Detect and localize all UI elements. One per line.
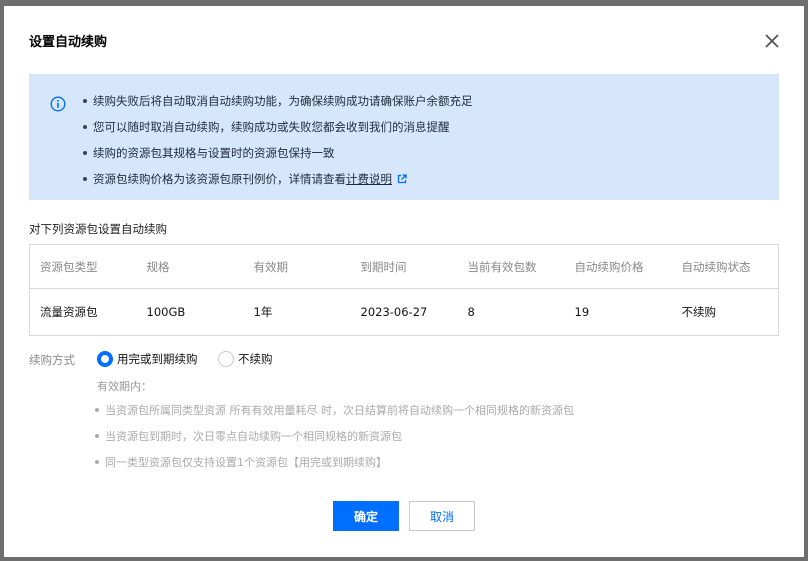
col-header: 规格 (136, 244, 244, 289)
radio-checked-icon (97, 351, 113, 367)
table-cell: 8 (467, 305, 475, 319)
table-row: 流量资源包 100GB 1年 2023-06-27 8 19 不续购 (30, 289, 779, 336)
notice-box: 续购失败后将自动取消自动续购功能，为确保续购成功请确保账户余额充足 您可以随时取… (29, 74, 779, 200)
dialog-title: 设置自动续购 (29, 35, 108, 50)
notice-item: 续购失败后将自动取消自动续购功能，为确保续购成功请确保账户余额充足 (83, 88, 473, 114)
col-header: 资源包类型 (29, 244, 137, 289)
billing-link[interactable]: 计费说明 (346, 172, 392, 186)
cancel-button[interactable]: 取消 (409, 501, 475, 531)
col-header: 当前有效包数 (457, 244, 565, 289)
col-header: 到期时间 (350, 244, 458, 289)
close-button[interactable] (761, 30, 783, 52)
table-cell: 2023-06-27 (360, 305, 428, 319)
resource-table: 资源包类型 规格 有效期 到期时间 当前有效包数 自动续购价格 自动续购状态 流… (29, 244, 779, 336)
notice-item: 续购的资源包其规格与设置时的资源包保持一致 (83, 140, 473, 166)
external-link-icon[interactable] (397, 173, 407, 184)
notice-item: 资源包续购价格为该资源包原刊例价，详情请查看计费说明 (83, 166, 473, 192)
col-header: 自动续购状态 (671, 244, 779, 289)
table-cell: 19 (574, 305, 590, 319)
col-header: 自动续购价格 (564, 244, 672, 289)
table-cell: 1年 (253, 305, 273, 319)
radio-unchecked-icon (218, 351, 234, 367)
table-cell: 100GB (146, 305, 186, 319)
confirm-button[interactable]: 确定 (333, 501, 399, 531)
rule-item: 当资源包所属同类型资源 所有有效用量耗尽 时，次日结算前将自动续购一个相同规格的… (95, 398, 574, 424)
validity-title: 有效期内： (97, 380, 152, 393)
table-cell: 流量资源包 (40, 305, 98, 319)
renew-method-label: 续购方式 (29, 353, 75, 367)
table-cell: 不续购 (681, 305, 717, 319)
rule-item: 同一类型资源包仅支持设置1个资源包【用完或到期续购】 (95, 450, 574, 476)
close-icon (765, 34, 779, 48)
notice-item: 您可以随时取消自动续购，续购成功或失败您都会收到我们的消息提醒 (83, 114, 473, 140)
renew-rules-list: 当资源包所属同类型资源 所有有效用量耗尽 时，次日结算前将自动续购一个相同规格的… (95, 398, 574, 476)
table-header-row: 资源包类型 规格 有效期 到期时间 当前有效包数 自动续购价格 自动续购状态 (29, 244, 779, 289)
auto-renew-dialog: 设置自动续购 续购失败后将自动取消自动续购功能，为确保续购成功请确保账户余额充足… (4, 6, 804, 557)
rule-item: 当资源包到期时，次日零点自动续购一个相同规格的新资源包 (95, 424, 574, 450)
notice-list: 续购失败后将自动取消自动续购功能，为确保续购成功请确保账户余额充足 您可以随时取… (83, 88, 473, 192)
info-icon (50, 96, 66, 112)
col-header: 有效期 (243, 244, 351, 289)
radio-no-renew[interactable]: 不续购 (218, 351, 273, 367)
section-label: 对下列资源包设置自动续购 (29, 222, 167, 236)
radio-renew-on-expiry[interactable]: 用完或到期续购 (97, 351, 198, 367)
